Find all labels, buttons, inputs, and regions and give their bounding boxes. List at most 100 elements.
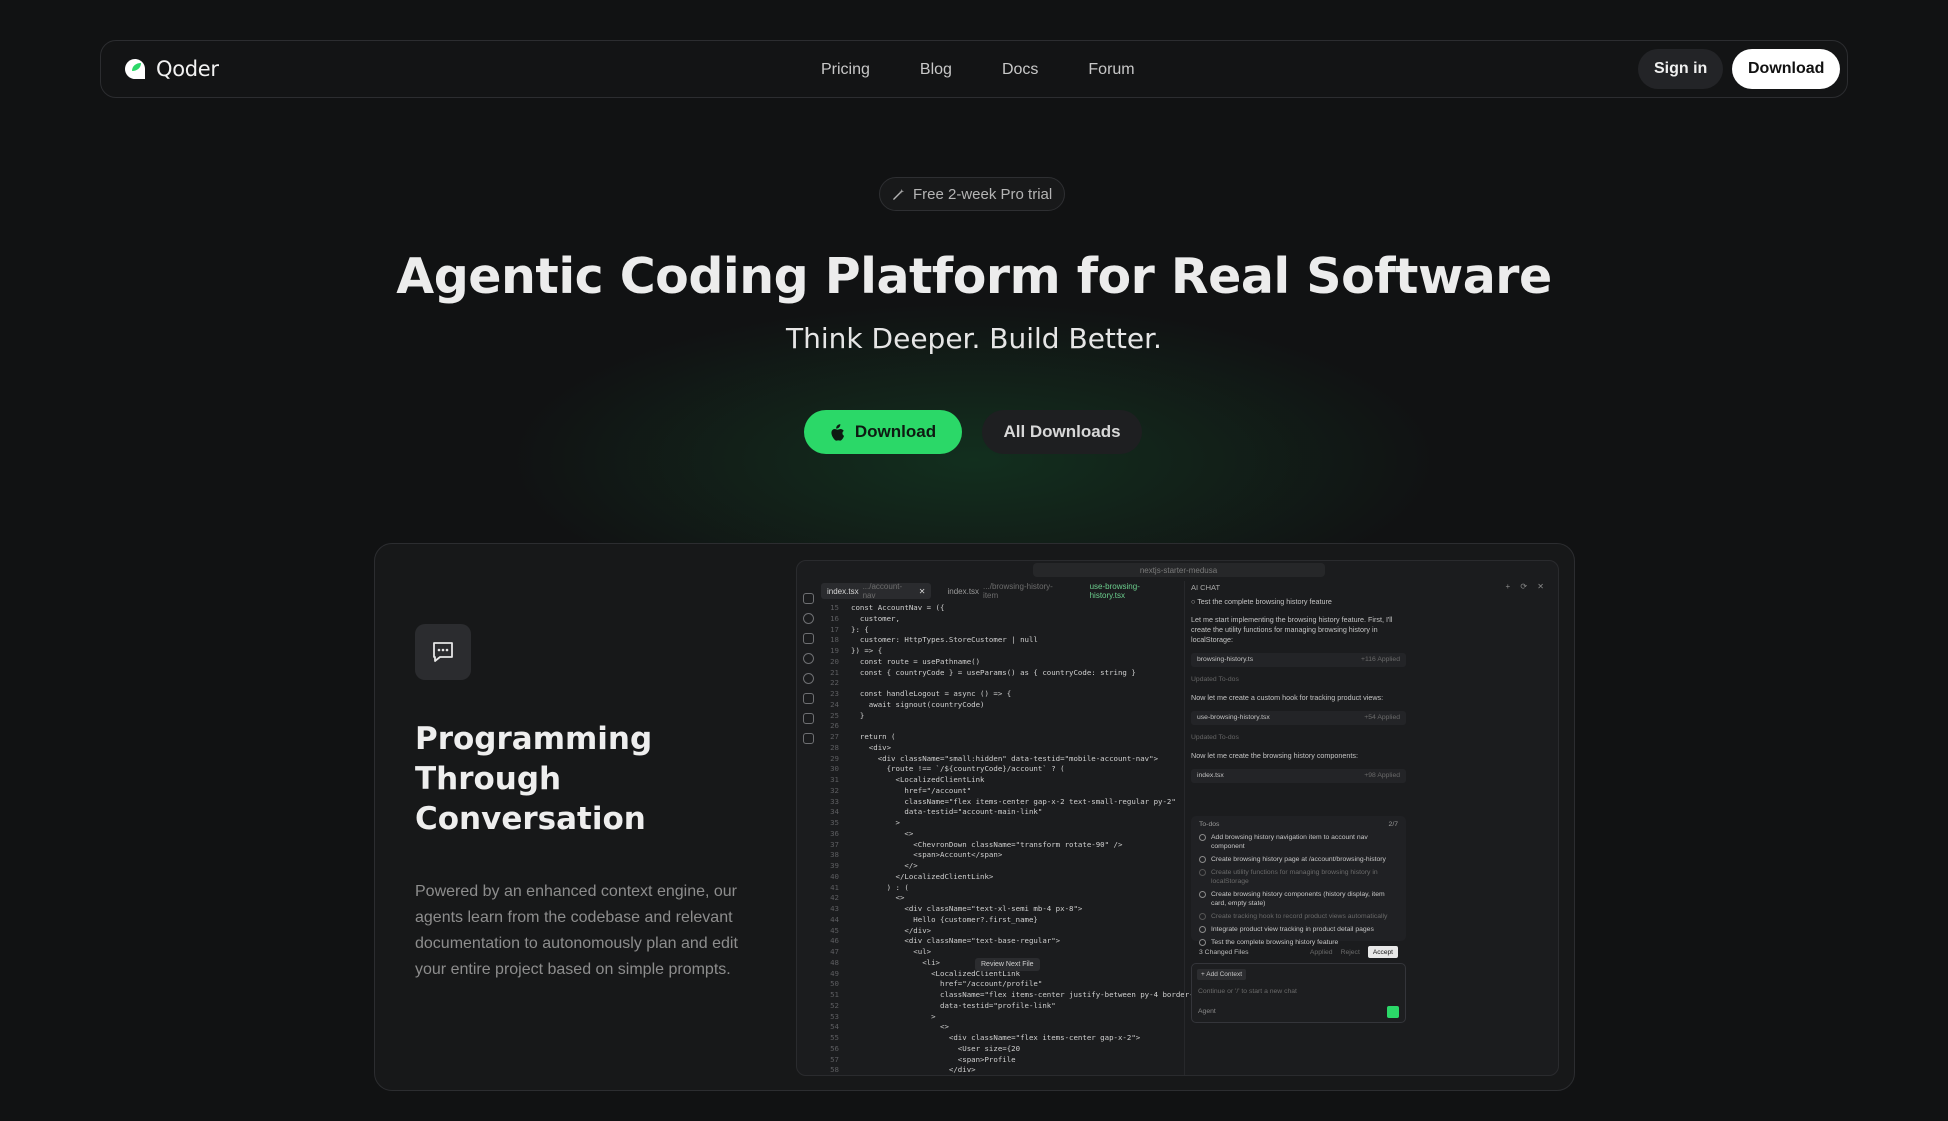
- review-next-file-button[interactable]: Review Next File: [975, 958, 1040, 971]
- nav-link-docs[interactable]: Docs: [1002, 61, 1038, 79]
- todo-item[interactable]: Create tracking hook to record product v…: [1199, 912, 1398, 921]
- code-line: 30 {route !== `/${countryCode}/account` …: [821, 764, 1181, 775]
- reject-button[interactable]: Reject: [1341, 949, 1360, 956]
- all-downloads-button[interactable]: All Downloads: [982, 410, 1142, 454]
- nav-download-button[interactable]: Download: [1732, 49, 1841, 89]
- code-line: 36 <>: [821, 829, 1181, 840]
- nav-link-blog[interactable]: Blog: [920, 61, 952, 79]
- line-number: 58: [830, 1065, 839, 1075]
- changed-file-chip[interactable]: index.tsx +98 Applied: [1191, 769, 1406, 783]
- sparkle-wand-icon: [893, 188, 905, 200]
- chat-bubble-icon: [433, 642, 453, 662]
- run-debug-icon[interactable]: [802, 653, 814, 664]
- line-number: 48: [830, 957, 839, 967]
- line-number: 44: [830, 914, 839, 924]
- chat-input-box[interactable]: + Add Context Continue or '/' to start a…: [1191, 963, 1406, 1023]
- line-text: }: {: [851, 624, 869, 634]
- code-editor[interactable]: 15 const AccountNav = ({16 customer, 17}: …: [821, 603, 1287, 1075]
- todos-header[interactable]: To-dos 2/7: [1199, 821, 1398, 828]
- pro-trial-badge[interactable]: Free 2-week Pro trial: [879, 177, 1066, 211]
- changed-file-chip[interactable]: use-browsing-history.tsx +54 Applied: [1191, 711, 1406, 725]
- code-line: 18 customer: HttpTypes.StoreCustomer | n…: [821, 635, 1181, 646]
- todo-item[interactable]: Create browsing history page at /account…: [1199, 855, 1398, 864]
- deploy-icon[interactable]: [802, 693, 814, 704]
- pro-trial-text: Free 2-week Pro trial: [913, 185, 1053, 203]
- todo-checkbox-icon[interactable]: [1199, 834, 1206, 841]
- editor-tab[interactable]: index.tsx .../account-nav ✕: [821, 582, 932, 600]
- qoder-logo-icon: [125, 59, 145, 79]
- ide-titlebar: nextjs-starter-medusa: [797, 561, 1558, 579]
- line-number: 34: [830, 807, 839, 817]
- code-line: 55 <div className="flex items-center gap…: [821, 1033, 1181, 1044]
- applied-label: Applied: [1309, 948, 1333, 956]
- send-icon[interactable]: [1387, 1006, 1399, 1018]
- extensions-icon[interactable]: [802, 733, 814, 744]
- line-number: 30: [830, 764, 839, 774]
- ai-chat-panel: AI CHAT + ⟳ ✕ ○ Test the complete browsi…: [1184, 581, 1556, 1075]
- source-control-icon[interactable]: [802, 633, 814, 644]
- chat-todo-line: ○ Test the complete browsing history fea…: [1191, 597, 1332, 606]
- ide-screenshot: nextjs-starter-medusa index.tsx .../acco…: [796, 560, 1559, 1076]
- line-text: <>: [851, 1022, 949, 1032]
- chat-title: AI CHAT: [1191, 583, 1221, 592]
- code-line: 43 <div className="text-xl-semi mb-4 px-…: [821, 904, 1181, 915]
- explorer-icon[interactable]: [802, 593, 814, 604]
- code-line: 41 ) : (: [821, 883, 1181, 894]
- ide-search-bar[interactable]: nextjs-starter-medusa: [1032, 563, 1325, 577]
- todos-panel: To-dos 2/7 Add browsing history navigati…: [1191, 816, 1406, 946]
- accept-button[interactable]: Accept: [1367, 946, 1398, 958]
- todo-checkbox-icon[interactable]: [1199, 926, 1206, 933]
- close-icon[interactable]: ✕: [919, 587, 926, 596]
- code-line: 24 await signout(countryCode): [821, 700, 1181, 711]
- line-text: }) => {: [851, 646, 883, 655]
- sign-in-button[interactable]: Sign in: [1638, 49, 1724, 89]
- line-number: 38: [830, 850, 839, 860]
- chat-message: Let me start implementing the browsing h…: [1191, 615, 1393, 644]
- chat-input-placeholder: Continue or '/' to start a new chat: [1198, 988, 1297, 995]
- apple-icon: [831, 423, 844, 441]
- changed-files-count[interactable]: 3 Changed Files: [1199, 949, 1249, 956]
- chat-messages: ○ Test the complete browsing history fea…: [1191, 597, 1406, 791]
- changed-file-chip[interactable]: browsing-history.ts +116 Applied: [1191, 653, 1406, 667]
- nav-link-pricing[interactable]: Pricing: [821, 61, 870, 79]
- brand-logo[interactable]: Qoder: [123, 57, 219, 81]
- nav-link-forum[interactable]: Forum: [1088, 61, 1134, 79]
- todo-checkbox-icon[interactable]: [1199, 856, 1206, 863]
- file-name: use-browsing-history.tsx: [1197, 714, 1270, 721]
- line-number: 19: [830, 646, 839, 655]
- updated-todos-note: Updated To-dos: [1191, 676, 1239, 683]
- line-text: const AccountNav = ({: [851, 603, 945, 612]
- editor-tab[interactable]: index.tsx .../browsing-history-item: [941, 582, 1073, 600]
- todo-item[interactable]: Create utility functions for managing br…: [1199, 868, 1398, 886]
- chat-message: Now let me create the browsing history c…: [1191, 751, 1358, 760]
- code-line: 19 }) => {: [821, 646, 1181, 657]
- todo-item[interactable]: Integrate product view tracking in produ…: [1199, 925, 1398, 934]
- add-context-button[interactable]: + Add Context: [1197, 969, 1247, 980]
- search-icon[interactable]: [802, 613, 814, 624]
- line-text: href="/account": [851, 785, 972, 795]
- line-number: 43: [830, 904, 839, 913]
- feature-title: Programming Through Conversation: [415, 721, 653, 837]
- line-text: <ChevronDown className="transform rotate…: [851, 839, 1123, 849]
- line-number: 24: [830, 699, 839, 709]
- code-line: 25 }: [821, 711, 1181, 722]
- todos-title: To-dos: [1199, 821, 1220, 828]
- todo-checkbox-icon[interactable]: [1199, 891, 1206, 898]
- todo-item[interactable]: Create browsing history components (hist…: [1199, 890, 1398, 908]
- line-text: </div>: [851, 1065, 976, 1075]
- todo-item[interactable]: Add browsing history navigation item to …: [1199, 833, 1398, 851]
- hero-download-button[interactable]: Download: [804, 410, 962, 454]
- todo-checkbox-icon[interactable]: [1199, 913, 1206, 920]
- tab-file-name: index.tsx: [947, 586, 980, 596]
- todos-count: 2/7: [1388, 821, 1398, 828]
- settings-gear-icon[interactable]: [802, 673, 814, 684]
- chat-header-icons[interactable]: + ⟳ ✕: [1505, 582, 1548, 591]
- line-text: {route !== `/${countryCode}/account` ? (: [851, 764, 1065, 774]
- code-line: 16 customer,: [821, 614, 1181, 625]
- todo-checkbox-icon[interactable]: [1199, 869, 1206, 876]
- agent-mode-select[interactable]: Agent: [1198, 1008, 1216, 1015]
- line-number: 18: [830, 635, 839, 645]
- editor-tab[interactable]: use-browsing-history.tsx: [1084, 582, 1181, 600]
- preview-icon[interactable]: [802, 713, 814, 724]
- line-text: <span>Account</span>: [851, 850, 1003, 860]
